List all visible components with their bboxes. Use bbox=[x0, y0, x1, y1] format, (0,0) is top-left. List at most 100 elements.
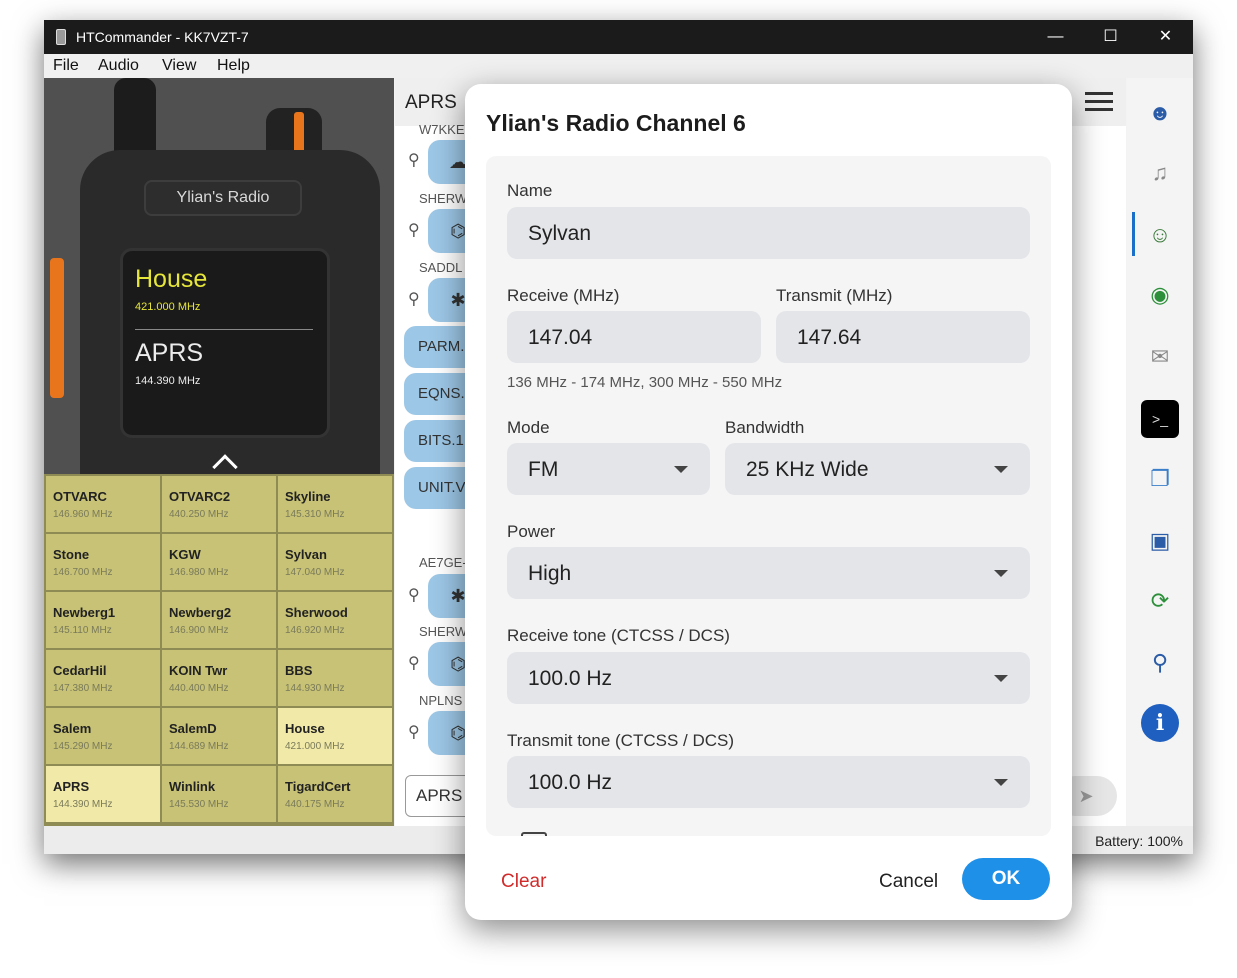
mode-select[interactable]: FM bbox=[507, 443, 710, 495]
channel-name: House bbox=[285, 721, 325, 736]
menu-audio[interactable]: Audio bbox=[98, 57, 139, 75]
power-select[interactable]: High bbox=[507, 547, 1030, 599]
sync-icon[interactable]: ⟳ bbox=[1141, 582, 1179, 620]
menu-file[interactable]: File bbox=[53, 57, 79, 75]
option-checkbox[interactable] bbox=[521, 832, 547, 836]
info-icon[interactable]: i bbox=[1141, 704, 1179, 742]
channel-name: Newberg1 bbox=[53, 605, 116, 620]
transmit-tone-value: 100.0 Hz bbox=[528, 771, 613, 794]
radio-display: House 421.000 MHz APRS 144.390 MHz bbox=[120, 248, 330, 438]
channel-name: Skyline bbox=[285, 489, 331, 504]
channel-cell[interactable]: OTVARC2 440.250 MHz bbox=[162, 476, 276, 532]
menu-bar: File Audio View Help bbox=[44, 54, 1193, 78]
aprs-title: APRS bbox=[405, 92, 457, 113]
power-value: High bbox=[528, 562, 572, 585]
channel-cell-selected[interactable]: APRS 144.390 MHz bbox=[46, 766, 160, 822]
channel-cell[interactable]: Sylvan 147.040 MHz bbox=[278, 534, 392, 590]
receive-input[interactable]: 147.04 bbox=[507, 311, 761, 363]
transmit-input[interactable]: 147.64 bbox=[776, 311, 1030, 363]
mail-icon[interactable]: ✉ bbox=[1141, 338, 1179, 376]
menu-view[interactable]: View bbox=[162, 57, 196, 75]
receive-tone-select[interactable]: 100.0 Hz bbox=[507, 652, 1030, 704]
location-pin-icon[interactable]: ⚲ bbox=[408, 150, 420, 170]
aprs-callsign: AE7GE- bbox=[419, 555, 467, 570]
mode-label: Mode bbox=[507, 418, 550, 437]
channel-edit-dialog: Ylian's Radio Channel 6 Name Sylvan Rece… bbox=[465, 84, 1072, 920]
channel-cell[interactable]: CedarHil 147.380 MHz bbox=[46, 650, 160, 706]
channel-cell[interactable]: Winlink 145.530 MHz bbox=[162, 766, 276, 822]
location-pin-icon[interactable]: ⚲ bbox=[408, 585, 420, 605]
channel-frequency: 440.400 MHz bbox=[169, 683, 229, 694]
receive-tone-label: Receive tone (CTCSS / DCS) bbox=[507, 626, 730, 645]
channel-cell-selected[interactable]: House 421.000 MHz bbox=[278, 708, 392, 764]
transmit-label: Transmit (MHz) bbox=[776, 286, 893, 305]
channel-frequency: 440.250 MHz bbox=[169, 509, 229, 520]
channel-cell[interactable]: SalemD 144.689 MHz bbox=[162, 708, 276, 764]
menu-icon[interactable] bbox=[1085, 90, 1115, 114]
menu-help[interactable]: Help bbox=[217, 57, 250, 75]
network-icon[interactable]: ▣ bbox=[1141, 522, 1179, 560]
location-pin-icon[interactable]: ⚲ bbox=[408, 653, 420, 673]
windows-icon[interactable]: ❐ bbox=[1141, 460, 1179, 498]
channel-frequency: 440.175 MHz bbox=[285, 799, 345, 810]
channel-frequency: 146.980 MHz bbox=[169, 567, 229, 578]
right-sidebar: ☻ ♫ ☺ ◉ ✉ >_ ❐ ▣ ⟳ ⚲ i bbox=[1127, 78, 1193, 826]
channel-name: Salem bbox=[53, 721, 92, 736]
channel-cell[interactable]: Newberg1 145.110 MHz bbox=[46, 592, 160, 648]
dialog-form: Name Sylvan Receive (MHz) 147.04 Transmi… bbox=[486, 156, 1051, 836]
search-icon[interactable]: ⚲ bbox=[1141, 644, 1179, 682]
location-pin-icon[interactable]: ⚲ bbox=[408, 722, 420, 742]
location-pin-icon[interactable]: ⚲ bbox=[408, 220, 420, 240]
chevron-down-icon bbox=[994, 570, 1008, 577]
channel-name: Sylvan bbox=[285, 547, 327, 562]
channel-cell[interactable]: Stone 146.700 MHz bbox=[46, 534, 160, 590]
microphone-icon[interactable]: ♫ bbox=[1141, 154, 1179, 192]
aprs-callsign: NPLNS bbox=[419, 693, 463, 708]
channel-frequency: 146.960 MHz bbox=[53, 509, 113, 520]
aprs-callsign: SHERW bbox=[419, 191, 468, 206]
channel-cell[interactable]: Newberg2 146.900 MHz bbox=[162, 592, 276, 648]
aprs-callsign: SHERW bbox=[419, 624, 468, 639]
channel-name: BBS bbox=[285, 663, 313, 678]
close-button[interactable]: ✕ bbox=[1138, 20, 1193, 54]
ok-button[interactable]: OK bbox=[962, 858, 1050, 900]
name-input[interactable]: Sylvan bbox=[507, 207, 1030, 259]
channel-frequency: 421.000 MHz bbox=[285, 741, 345, 752]
contacts-icon[interactable]: ☺ bbox=[1141, 216, 1179, 254]
chevron-down-icon bbox=[994, 466, 1008, 473]
cancel-button[interactable]: Cancel bbox=[879, 871, 938, 893]
channel-cell[interactable]: KGW 146.980 MHz bbox=[162, 534, 276, 590]
location-pin-icon[interactable]: ⚲ bbox=[408, 289, 420, 309]
channel-cell[interactable]: BBS 144.930 MHz bbox=[278, 650, 392, 706]
channel-name: Newberg2 bbox=[169, 605, 232, 620]
maximize-button[interactable]: ☐ bbox=[1083, 20, 1138, 54]
transmit-tone-select[interactable]: 100.0 Hz bbox=[507, 756, 1030, 808]
terminal-icon[interactable]: >_ bbox=[1141, 400, 1179, 438]
channel-frequency: 145.290 MHz bbox=[53, 741, 113, 752]
globe-icon[interactable]: ◉ bbox=[1141, 276, 1179, 314]
channel-cell[interactable]: TigardCert 440.175 MHz bbox=[278, 766, 392, 822]
radio-image[interactable]: Ylian's Radio House 421.000 MHz APRS 144… bbox=[44, 78, 394, 474]
app-icon bbox=[56, 29, 66, 45]
channel-cell[interactable]: OTVARC 146.960 MHz bbox=[46, 476, 160, 532]
receive-label: Receive (MHz) bbox=[507, 286, 620, 305]
channel-cell[interactable]: Skyline 145.310 MHz bbox=[278, 476, 392, 532]
vfo-a-name: House bbox=[135, 265, 208, 293]
channel-frequency: 144.390 MHz bbox=[53, 799, 113, 810]
minimize-button[interactable]: — bbox=[1028, 20, 1083, 54]
channel-cell[interactable]: KOIN Twr 440.400 MHz bbox=[162, 650, 276, 706]
channel-name: OTVARC bbox=[53, 489, 107, 504]
channel-cell[interactable]: Sherwood 146.920 MHz bbox=[278, 592, 392, 648]
radio-brand-label: Ylian's Radio bbox=[144, 180, 302, 216]
channel-name: TigardCert bbox=[285, 779, 351, 794]
user-icon[interactable]: ☻ bbox=[1141, 94, 1179, 132]
channel-frequency: 145.110 MHz bbox=[53, 625, 112, 636]
channel-frequency: 144.689 MHz bbox=[169, 741, 229, 752]
bandwidth-select[interactable]: 25 KHz Wide bbox=[725, 443, 1030, 495]
clear-button[interactable]: Clear bbox=[501, 871, 546, 893]
channel-name: OTVARC2 bbox=[169, 489, 231, 504]
chevron-down-icon bbox=[994, 779, 1008, 786]
channel-cell[interactable]: Salem 145.290 MHz bbox=[46, 708, 160, 764]
channel-name: CedarHil bbox=[53, 663, 107, 678]
display-divider bbox=[135, 329, 313, 330]
